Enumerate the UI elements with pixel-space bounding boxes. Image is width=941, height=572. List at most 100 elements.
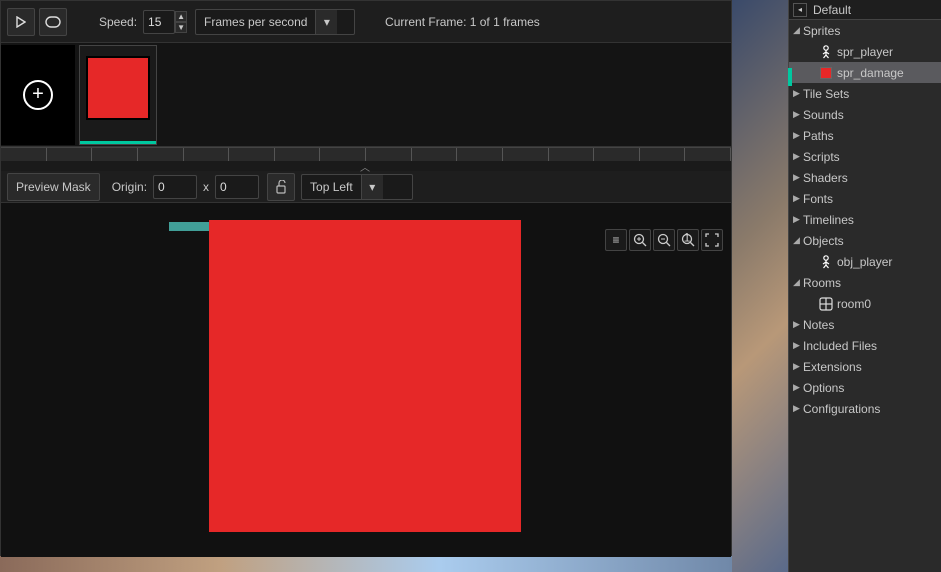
tree-folder-options[interactable]: ▶Options	[789, 377, 941, 398]
tree-folder-sounds[interactable]: ▶Sounds	[789, 104, 941, 125]
tree-label: Shaders	[803, 171, 848, 185]
chevron-down-icon: ▾	[361, 175, 383, 199]
tree-label: Notes	[803, 318, 834, 332]
person-icon	[819, 45, 833, 59]
origin-sep: x	[203, 180, 209, 194]
collapse-toggle[interactable]: ︿	[1, 161, 731, 171]
play-button[interactable]	[7, 8, 35, 36]
tree-label: Included Files	[803, 339, 877, 353]
sprite-canvas[interactable]	[209, 220, 521, 532]
expand-right-icon: ▶	[793, 151, 803, 162]
frame-preview	[86, 56, 150, 120]
tree-label: spr_damage	[837, 66, 904, 80]
current-frame-text: Current Frame: 1 of 1 frames	[385, 15, 540, 29]
fit-screen-button[interactable]	[701, 229, 723, 251]
expand-right-icon: ▶	[793, 172, 803, 183]
zoom-out-button[interactable]	[653, 229, 675, 251]
origin-y-input[interactable]	[215, 175, 259, 199]
tree-folder-timelines[interactable]: ▶Timelines	[789, 209, 941, 230]
frames-strip: +	[1, 43, 731, 147]
expand-right-icon: ▶	[793, 382, 803, 393]
expand-right-icon: ▶	[793, 88, 803, 99]
selection-accent	[788, 68, 792, 86]
tree-label: obj_player	[837, 255, 892, 269]
active-frame-indicator	[80, 141, 156, 144]
canvas-tools: ≡ 1	[605, 229, 723, 251]
tree-label: room0	[837, 297, 871, 311]
tree-item-spr_damage[interactable]: spr_damage	[789, 62, 941, 83]
tree-label: Configurations	[803, 402, 880, 416]
preview-mask-button[interactable]: Preview Mask	[7, 173, 100, 201]
chevron-down-icon: ▾	[315, 10, 337, 34]
canvas-area[interactable]: ≡ 1	[1, 203, 731, 557]
tree-folder-extensions[interactable]: ▶Extensions	[789, 356, 941, 377]
tree-item-room0[interactable]: room0	[789, 293, 941, 314]
tree-label: Objects	[803, 234, 844, 248]
origin-preset-dropdown[interactable]: Top Left ▾	[301, 174, 413, 200]
svg-text:1: 1	[684, 233, 691, 245]
origin-x-input[interactable]	[153, 175, 197, 199]
expand-right-icon: ▶	[793, 130, 803, 141]
back-button[interactable]: ◂	[793, 3, 807, 17]
zoom-in-button[interactable]	[629, 229, 651, 251]
speed-up[interactable]: ▲	[175, 11, 187, 22]
tree-label: spr_player	[837, 45, 893, 59]
expand-right-icon: ▶	[793, 361, 803, 372]
sprite-icon	[819, 66, 833, 80]
speed-unit-dropdown[interactable]: Frames per second ▾	[195, 9, 355, 35]
speed-input[interactable]	[143, 10, 175, 34]
expand-down-icon: ◢	[793, 235, 803, 246]
resource-tree: ◂ Default ◢Spritesspr_playerspr_damage▶T…	[788, 0, 941, 572]
tree-folder-configurations[interactable]: ▶Configurations	[789, 398, 941, 419]
origin-toolbar: Preview Mask Origin: x Top Left ▾	[1, 171, 731, 203]
speed-unit-label: Frames per second	[196, 15, 315, 29]
tree-label: Sounds	[803, 108, 844, 122]
tree-folder-included-files[interactable]: ▶Included Files	[789, 335, 941, 356]
grid-toggle[interactable]: ≡	[605, 229, 627, 251]
origin-label: Origin:	[112, 180, 147, 194]
tree-folder-sprites[interactable]: ◢Sprites	[789, 20, 941, 41]
loop-button[interactable]	[39, 8, 67, 36]
expand-right-icon: ▶	[793, 193, 803, 204]
tree-folder-objects[interactable]: ◢Objects	[789, 230, 941, 251]
expand-right-icon: ▶	[793, 340, 803, 351]
tree-label: Timelines	[803, 213, 854, 227]
resource-header: ◂ Default	[789, 0, 941, 20]
expand-right-icon: ▶	[793, 319, 803, 330]
tree-label: Extensions	[803, 360, 862, 374]
expand-right-icon: ▶	[793, 214, 803, 225]
tree-item-spr_player[interactable]: spr_player	[789, 41, 941, 62]
expand-down-icon: ◢	[793, 25, 803, 36]
tree-label: Tile Sets	[803, 87, 849, 101]
tree-label: Paths	[803, 129, 834, 143]
tree-label: Sprites	[803, 24, 840, 38]
tree-folder-shaders[interactable]: ▶Shaders	[789, 167, 941, 188]
config-name: Default	[813, 3, 851, 17]
tree-label: Options	[803, 381, 844, 395]
origin-preset-label: Top Left	[302, 180, 361, 194]
tree-folder-notes[interactable]: ▶Notes	[789, 314, 941, 335]
tree-folder-rooms[interactable]: ◢Rooms	[789, 272, 941, 293]
tree-label: Fonts	[803, 192, 833, 206]
expand-down-icon: ◢	[793, 277, 803, 288]
plus-icon: +	[23, 80, 53, 110]
lock-origin-button[interactable]	[267, 173, 295, 201]
tree-folder-scripts[interactable]: ▶Scripts	[789, 146, 941, 167]
tree-folder-paths[interactable]: ▶Paths	[789, 125, 941, 146]
tree-item-obj_player[interactable]: obj_player	[789, 251, 941, 272]
tree-label: Rooms	[803, 276, 841, 290]
speed-down[interactable]: ▼	[175, 22, 187, 33]
person-icon	[819, 255, 833, 269]
expand-right-icon: ▶	[793, 109, 803, 120]
sprite-editor: Speed: ▲ ▼ Frames per second ▾ Current F…	[0, 0, 732, 556]
tree-label: Scripts	[803, 150, 840, 164]
zoom-reset-button[interactable]: 1	[677, 229, 699, 251]
frame-thumbnail-1[interactable]	[79, 45, 157, 145]
expand-right-icon: ▶	[793, 403, 803, 414]
playback-toolbar: Speed: ▲ ▼ Frames per second ▾ Current F…	[1, 1, 731, 43]
tree-folder-tile-sets[interactable]: ▶Tile Sets	[789, 83, 941, 104]
room-icon	[819, 297, 833, 311]
add-frame-button[interactable]: +	[1, 45, 75, 145]
tree-folder-fonts[interactable]: ▶Fonts	[789, 188, 941, 209]
speed-label: Speed:	[99, 15, 137, 29]
